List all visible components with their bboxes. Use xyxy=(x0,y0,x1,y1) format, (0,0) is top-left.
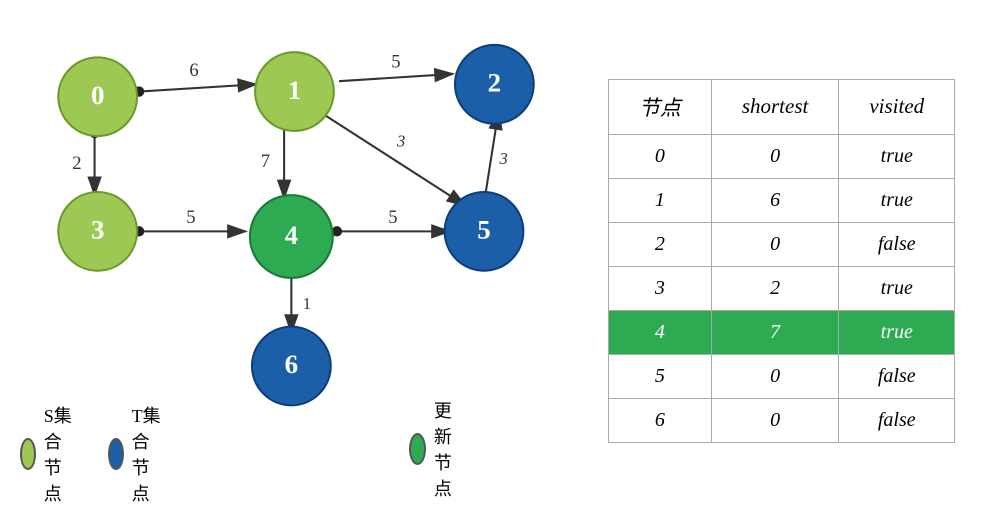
table-row-2: 20false xyxy=(608,222,954,266)
node-4-label: 4 xyxy=(285,219,298,249)
cell-shortest-6: 0 xyxy=(711,398,839,442)
edge-label-4-6: 1 xyxy=(303,294,311,313)
cell-node-2: 2 xyxy=(608,222,711,266)
cell-shortest-3: 2 xyxy=(711,266,839,310)
edge-0-1 xyxy=(139,84,256,91)
edge-5-2 xyxy=(484,111,499,203)
node-0-label: 0 xyxy=(91,79,104,109)
node-6-label: 6 xyxy=(285,349,298,379)
cell-node-5: 5 xyxy=(608,354,711,398)
node-1-label: 1 xyxy=(288,74,301,104)
legend: S集合节点 T集合节点 更新节点 xyxy=(20,402,467,506)
node-2-label: 2 xyxy=(488,67,501,97)
main-container: 6 2 5 7 5 5 xyxy=(0,0,983,521)
table-row-6: 60false xyxy=(608,398,954,442)
edge-label-1-2: 5 xyxy=(391,51,400,72)
edge-1-2 xyxy=(339,73,453,80)
cell-shortest-5: 0 xyxy=(711,354,839,398)
table-row-0: 00true xyxy=(608,134,954,178)
data-table: 节点 shortest visited 00true16true20false3… xyxy=(608,79,955,443)
cell-shortest-4: 7 xyxy=(711,310,839,354)
cell-visited-5: false xyxy=(839,354,955,398)
cell-visited-0: true xyxy=(839,134,955,178)
col-header-shortest: shortest xyxy=(711,79,839,134)
cell-visited-4: true xyxy=(839,310,955,354)
edge-label-3-4: 5 xyxy=(186,207,195,228)
edge-label-0-1: 6 xyxy=(189,60,198,81)
legend-t-set-circle xyxy=(108,438,124,470)
legend-s-set-circle xyxy=(20,438,36,470)
node-5-label: 5 xyxy=(477,214,490,244)
legend-update-circle xyxy=(409,433,426,465)
cell-visited-6: false xyxy=(839,398,955,442)
edge-label-1-5: 3 xyxy=(396,131,405,150)
edge-label-4-5: 5 xyxy=(388,207,397,228)
edge-label-1-4: 7 xyxy=(261,151,270,172)
cell-visited-3: true xyxy=(839,266,955,310)
cell-node-1: 1 xyxy=(608,178,711,222)
cell-node-6: 6 xyxy=(608,398,711,442)
edge-label-5-2: 3 xyxy=(499,149,508,168)
node-3-label: 3 xyxy=(91,214,104,244)
table-row-3: 32true xyxy=(608,266,954,310)
cell-node-3: 3 xyxy=(608,266,711,310)
legend-s-set-label: S集合节点 xyxy=(44,402,78,506)
cell-shortest-1: 6 xyxy=(711,178,839,222)
edge-1-5 xyxy=(320,112,465,205)
table-area: 节点 shortest visited 00true16true20false3… xyxy=(600,11,963,511)
cell-shortest-0: 0 xyxy=(711,134,839,178)
cell-visited-1: true xyxy=(839,178,955,222)
table-row-4: 47true xyxy=(608,310,954,354)
col-header-visited: visited xyxy=(839,79,955,134)
cell-node-4: 4 xyxy=(608,310,711,354)
legend-t-set: T集合节点 xyxy=(108,402,166,506)
col-header-node: 节点 xyxy=(608,79,711,134)
graph-area: 6 2 5 7 5 5 xyxy=(20,11,600,511)
legend-t-set-label: T集合节点 xyxy=(132,402,166,506)
edge-label-0-3: 2 xyxy=(72,153,81,174)
legend-update-label: 更新节点 xyxy=(434,397,467,501)
legend-s-set: S集合节点 xyxy=(20,402,78,506)
table-row-5: 50false xyxy=(608,354,954,398)
cell-node-0: 0 xyxy=(608,134,711,178)
cell-shortest-2: 0 xyxy=(711,222,839,266)
graph-svg: 6 2 5 7 5 5 xyxy=(20,11,600,431)
legend-update: 更新节点 xyxy=(409,397,467,501)
cell-visited-2: false xyxy=(839,222,955,266)
table-row-1: 16true xyxy=(608,178,954,222)
